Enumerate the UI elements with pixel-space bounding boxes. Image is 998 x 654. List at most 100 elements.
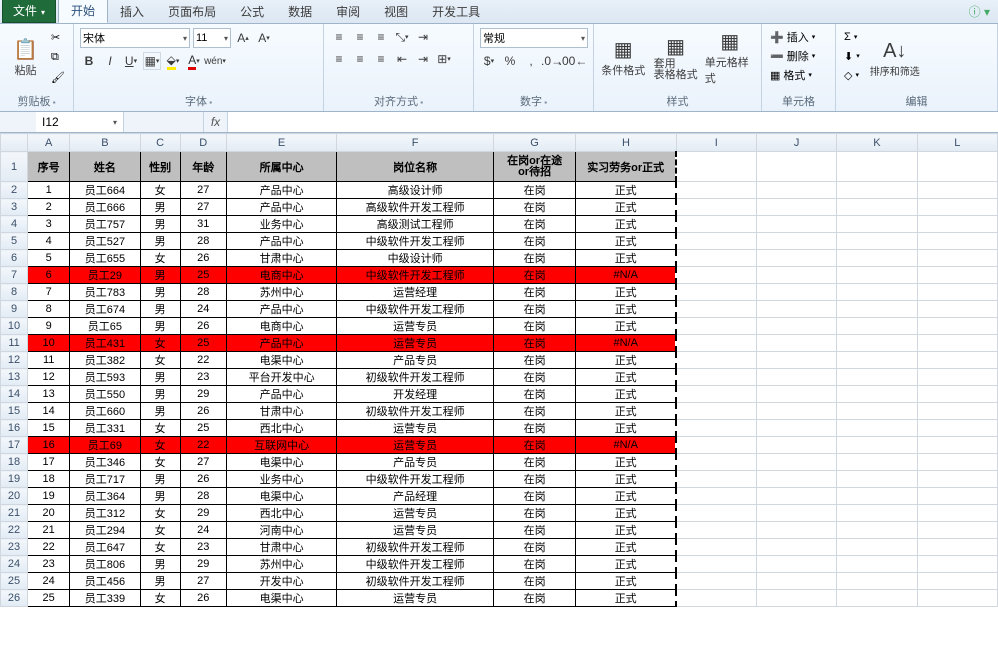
table-cell[interactable]: 在岗 [493,369,575,386]
cell-L18[interactable] [917,454,997,471]
tab-file[interactable]: 文件 [2,0,56,23]
cell-J20[interactable] [756,488,836,505]
table-cell[interactable]: 13 [28,386,70,403]
cell-I12[interactable] [676,352,756,369]
cell-I16[interactable] [676,420,756,437]
table-cell[interactable]: 初级软件开发工程师 [337,369,494,386]
col-header-B[interactable]: B [70,134,140,152]
tab-data[interactable]: 数据 [276,0,324,23]
table-cell[interactable]: 产品中心 [226,233,336,250]
table-cell[interactable]: 男 [140,199,180,216]
table-cell[interactable]: 6 [28,267,70,284]
cell-L25[interactable] [917,573,997,590]
format-painter-button[interactable]: 🖌 [49,68,67,86]
table-cell[interactable]: 员工294 [70,522,140,539]
format-cells-button[interactable]: ▦格式▾ [768,66,817,84]
cell-J11[interactable] [756,335,836,352]
row-header-20[interactable]: 20 [1,488,28,505]
table-cell[interactable]: 产品专员 [337,352,494,369]
table-cell[interactable]: 员工527 [70,233,140,250]
decrease-font-button[interactable]: A▾ [255,29,273,47]
row-header-9[interactable]: 9 [1,301,28,318]
col-header-J[interactable]: J [756,134,836,152]
cell-K26[interactable] [837,590,917,607]
cell-J16[interactable] [756,420,836,437]
col-header-H[interactable]: H [576,134,676,152]
table-cell[interactable]: 员工757 [70,216,140,233]
decrease-decimal-button[interactable]: .00← [564,52,582,70]
table-cell[interactable]: 产品经理 [337,488,494,505]
clear-button[interactable]: ◇▾ [842,66,862,84]
cell-K13[interactable] [837,369,917,386]
row-header-17[interactable]: 17 [1,437,28,454]
table-cell[interactable]: 员工806 [70,556,140,573]
cell-I14[interactable] [676,386,756,403]
tab-home[interactable]: 开始 [58,0,108,23]
table-cell[interactable]: 正式 [576,216,676,233]
name-box[interactable]: I12▾ [36,112,124,132]
table-cell[interactable]: 24 [180,301,226,318]
cell-L16[interactable] [917,420,997,437]
table-header-E[interactable]: 所属中心 [226,152,336,182]
cell-I11[interactable] [676,335,756,352]
table-cell[interactable]: 23 [180,539,226,556]
cell-K7[interactable] [837,267,917,284]
table-cell[interactable]: 在岗 [493,539,575,556]
row-header-2[interactable]: 2 [1,182,28,199]
col-header-G[interactable]: G [493,134,575,152]
table-cell[interactable]: 4 [28,233,70,250]
table-cell[interactable]: 在岗 [493,284,575,301]
table-header-A[interactable]: 序号 [28,152,70,182]
table-cell[interactable]: 在岗 [493,471,575,488]
table-cell[interactable]: 26 [180,590,226,607]
table-cell[interactable]: 在岗 [493,556,575,573]
table-cell[interactable]: 29 [180,556,226,573]
cell-I9[interactable] [676,301,756,318]
wrap-text-button[interactable]: ⇥ [414,28,432,46]
table-cell[interactable]: 西北中心 [226,505,336,522]
table-cell[interactable]: #N/A [576,267,676,284]
merge-button[interactable]: ⊞▾ [435,50,453,68]
cell-K3[interactable] [837,199,917,216]
sort-filter-button[interactable]: A↓排序和筛选 [866,28,924,90]
table-cell[interactable]: 16 [28,437,70,454]
align-bottom-button[interactable]: ≡ [372,28,390,46]
table-cell[interactable]: 初级软件开发工程师 [337,539,494,556]
currency-button[interactable]: $▾ [480,52,498,70]
cell-L6[interactable] [917,250,997,267]
table-cell[interactable]: 中级软件开发工程师 [337,267,494,284]
table-cell[interactable]: 27 [180,199,226,216]
table-cell[interactable]: 28 [180,488,226,505]
tab-view[interactable]: 视图 [372,0,420,23]
cell-K20[interactable] [837,488,917,505]
table-cell[interactable]: 25 [180,335,226,352]
conditional-format-button[interactable]: ▦条件格式 [600,28,647,90]
table-cell[interactable]: 男 [140,386,180,403]
cell-I7[interactable] [676,267,756,284]
font-color-button[interactable]: A▾ [185,52,203,70]
table-cell[interactable]: 女 [140,454,180,471]
cell-K24[interactable] [837,556,917,573]
cell-L7[interactable] [917,267,997,284]
table-cell[interactable]: 27 [180,454,226,471]
table-cell[interactable]: 20 [28,505,70,522]
table-cell[interactable]: 27 [180,182,226,199]
table-cell[interactable]: 运营专员 [337,437,494,454]
cell-J12[interactable] [756,352,836,369]
table-cell[interactable]: 24 [28,573,70,590]
cell-J26[interactable] [756,590,836,607]
row-header-26[interactable]: 26 [1,590,28,607]
table-cell[interactable]: 运营专员 [337,590,494,607]
cell-J18[interactable] [756,454,836,471]
table-cell[interactable]: 员工339 [70,590,140,607]
table-cell[interactable]: 正式 [576,420,676,437]
row-header-23[interactable]: 23 [1,539,28,556]
cell-K22[interactable] [837,522,917,539]
fill-color-button[interactable]: ⬙▾ [164,52,182,70]
delete-cells-button[interactable]: ➖删除▾ [768,47,817,65]
paste-button[interactable]: 📋 粘贴 [6,28,45,90]
table-cell[interactable]: 高级设计师 [337,182,494,199]
cell-J6[interactable] [756,250,836,267]
comma-button[interactable]: , [522,52,540,70]
table-cell[interactable]: 2 [28,199,70,216]
